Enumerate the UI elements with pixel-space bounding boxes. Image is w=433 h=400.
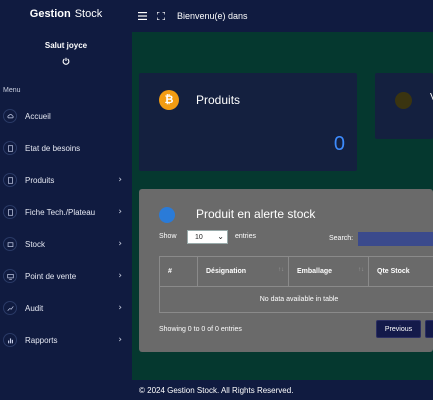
chevron-right-icon: › <box>118 175 122 185</box>
products-card-value: 0 <box>333 133 345 155</box>
sidebar-item-label: Fiche Tech./Plateau <box>25 207 96 217</box>
table-header-row: # Désignation ↑↓ Emballage ↑↓ Qte Stock <box>159 256 433 287</box>
sort-icon: ↑↓ <box>278 267 284 273</box>
chevron-right-icon: › <box>118 335 122 345</box>
sidebar-item-audit[interactable]: Audit › <box>0 292 132 324</box>
secondary-card[interactable]: V <box>375 73 433 139</box>
column-header-designation[interactable]: Désignation ↑↓ <box>197 256 289 287</box>
sidebar-item-fiche-tech[interactable]: Fiche Tech./Plateau › <box>0 196 132 228</box>
chevron-right-icon: › <box>118 207 122 217</box>
bitcoin-icon: ₿ <box>159 90 179 110</box>
previous-button[interactable]: Previous <box>376 320 421 338</box>
next-button[interactable] <box>425 320 433 338</box>
user-greeting: Salut joyce <box>44 41 88 50</box>
column-header-index[interactable]: # <box>159 256 198 287</box>
entries-select[interactable]: 10 ⌄ <box>187 230 228 244</box>
entries-label: entries <box>235 233 257 240</box>
chevron-down-icon: ⌄ <box>217 232 224 241</box>
document-icon <box>3 205 17 219</box>
main-content: ₿ Produits 0 V Produit en alerte stock S… <box>132 32 433 380</box>
footer: © 2024 Gestion Stock. All Rights Reserve… <box>132 380 433 400</box>
table-row: No data available in table <box>159 286 433 313</box>
column-header-emballage[interactable]: Emballage ↑↓ <box>288 256 369 287</box>
user-box: Salut joyce <box>0 28 132 76</box>
screen-icon <box>3 269 17 283</box>
search-input[interactable] <box>358 232 433 246</box>
box-icon <box>3 237 17 251</box>
entries-select-value: 10 <box>195 233 203 241</box>
show-label: Show <box>159 233 177 240</box>
sidebar-item-label: Point de vente <box>25 271 77 281</box>
topbar: Bienvenu(e) dans <box>132 0 433 32</box>
alert-panel-title: Produit en alerte stock <box>196 207 316 221</box>
document-icon <box>3 173 17 187</box>
sidebar-item-label: Produits <box>25 175 55 185</box>
sidebar-item-label: Audit <box>25 303 44 313</box>
brand-name-bold: Gestion <box>29 8 71 20</box>
sidebar-item-stock[interactable]: Stock › <box>0 228 132 260</box>
sidebar-item-rapports[interactable]: Rapports › <box>0 324 132 356</box>
sidebar-item-label: Rapports <box>25 335 58 345</box>
column-header-qte-stock[interactable]: Qte Stock <box>368 256 433 287</box>
alert-table: # Désignation ↑↓ Emballage ↑↓ Qte Stock No… <box>159 256 433 313</box>
empty-table-message: No data available in table <box>159 286 433 313</box>
coin-icon <box>395 92 412 109</box>
chevron-right-icon: › <box>118 303 122 313</box>
sidebar-item-etat-de-besoins[interactable]: Etat de besoins <box>0 132 132 164</box>
document-icon <box>3 141 17 155</box>
brand-name-rest: Stock <box>74 8 103 20</box>
fullscreen-icon[interactable] <box>157 12 165 20</box>
bar-chart-icon <box>3 333 17 347</box>
table-info: Showing 0 to 0 of 0 entries <box>159 326 242 333</box>
sidebar-item-produits[interactable]: Produits › <box>0 164 132 196</box>
sidebar-item-label: Stock <box>25 239 46 249</box>
power-icon[interactable] <box>62 57 70 65</box>
menu-title: Menu <box>3 87 21 94</box>
chevron-right-icon: › <box>118 239 122 249</box>
welcome-text: Bienvenu(e) dans <box>177 11 248 21</box>
products-card[interactable]: ₿ Produits 0 <box>139 73 357 171</box>
chart-line-icon <box>3 301 17 315</box>
chevron-right-icon: › <box>118 271 122 281</box>
cloud-icon <box>3 109 17 123</box>
sidebar: Gestion Stock Salut joyce Menu Accueil E… <box>0 0 132 400</box>
stock-alert-panel: Produit en alerte stock Show 10 ⌄ entrie… <box>139 189 433 352</box>
sidebar-item-label: Etat de besoins <box>25 143 81 153</box>
hamburger-menu-icon[interactable] <box>138 12 147 20</box>
sort-icon: ↑↓ <box>358 267 364 273</box>
sidebar-item-label: Accueil <box>25 111 51 121</box>
products-card-title: Produits <box>196 93 241 107</box>
alert-icon <box>159 207 175 223</box>
brand-logo[interactable]: Gestion Stock <box>0 0 132 28</box>
search-label: Search: <box>329 235 354 242</box>
sidebar-item-point-de-vente[interactable]: Point de vente › <box>0 260 132 292</box>
sidebar-item-accueil[interactable]: Accueil <box>0 100 132 132</box>
